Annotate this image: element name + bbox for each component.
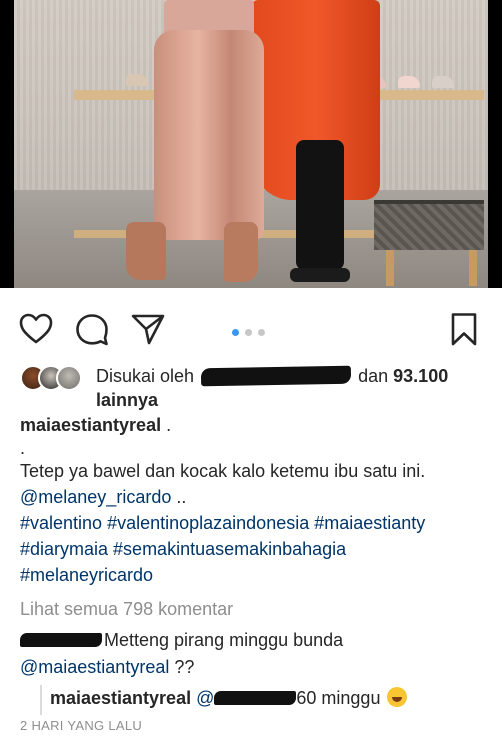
liker-avatars[interactable] <box>20 365 90 391</box>
photo-person-pink-pants <box>154 30 264 240</box>
photo-shoe <box>126 74 148 86</box>
heart-icon-graphic <box>19 313 53 344</box>
post-timestamp: 2 HARI YANG LALU <box>20 718 143 733</box>
caption-username[interactable]: maiaestiantyreal <box>20 415 161 435</box>
redacted-username <box>200 365 352 387</box>
comment: Metteng pirang minggu bunda @maiaestiant… <box>20 627 486 681</box>
caption-after-username: . <box>161 415 172 435</box>
redacted-mention[interactable] <box>214 691 297 705</box>
photo-bench-leg <box>386 250 394 286</box>
photo-person-boot <box>126 222 166 280</box>
send-icon-graphic <box>131 314 165 345</box>
caption-mention-link[interactable]: @melaney_ricardo <box>20 487 171 507</box>
caption-mention-suffix: .. <box>171 487 187 507</box>
photo-bench-leg <box>469 250 477 286</box>
photo-person-boot <box>224 222 258 282</box>
reply-mention-prefix[interactable]: @ <box>196 688 214 708</box>
bookmark-icon-graphic <box>451 313 477 346</box>
photo-shoe <box>432 76 454 88</box>
view-all-comments-link[interactable]: Lihat semua 798 komentar <box>20 599 233 620</box>
caption-mention-line: @melaney_ricardo .. <box>20 484 486 510</box>
send-icon[interactable] <box>130 311 166 347</box>
likes-text: Disukai oleh dan 93.100 lainnya <box>96 364 490 412</box>
bookmark-icon[interactable] <box>446 311 482 347</box>
post-action-bar <box>0 305 502 351</box>
likes-and: dan <box>358 366 389 386</box>
likes-prefix: Disukai oleh <box>96 366 195 386</box>
caption-hashtags-2[interactable]: #diarymaia #semakintuasemakinbahagia <box>20 536 486 562</box>
heart-icon[interactable] <box>18 311 54 347</box>
caption-dot-line: . <box>20 438 26 458</box>
caption-first-line: maiaestiantyreal . <box>20 412 486 438</box>
avatar <box>56 365 82 391</box>
photo-person-legs <box>296 140 344 270</box>
caption-text: Tetep ya bawel dan kocak kalo ketemu ibu… <box>20 461 426 481</box>
caption-hashtags-1[interactable]: #valentino #valentinoplazaindonesia #mai… <box>20 510 486 536</box>
photo-person-shoes <box>290 268 350 282</box>
post-caption: maiaestiantyreal . . Tetep ya bawel dan … <box>20 412 486 588</box>
carousel-dot <box>258 329 265 336</box>
reply-text: 60 minggu <box>296 688 381 708</box>
comment-mention-link[interactable]: @maiaestiantyreal <box>20 657 169 677</box>
comment-text: Metteng pirang minggu bunda <box>104 630 344 650</box>
comment-reply: maiaestiantyreal @60 minggu <box>40 685 490 715</box>
photo-shoe <box>398 76 420 88</box>
comment-icon-graphic <box>76 314 108 346</box>
comment-icon[interactable] <box>74 311 110 347</box>
photo-bench <box>374 200 484 250</box>
reply-username[interactable]: maiaestiantyreal <box>50 688 191 708</box>
laughing-emoji-icon <box>387 687 408 707</box>
post-photo[interactable] <box>0 0 502 288</box>
carousel-dot <box>245 329 252 336</box>
carousel-dot-active <box>232 329 239 336</box>
carousel-indicator <box>232 329 272 337</box>
redacted-commenter-username[interactable] <box>20 633 102 647</box>
likes-count[interactable]: 93.100 <box>393 366 448 386</box>
caption-hashtags-3[interactable]: #melaneyricardo <box>20 562 486 588</box>
likes-summary[interactable]: Disukai oleh dan 93.100 lainnya <box>20 362 490 410</box>
post-image[interactable] <box>14 0 488 288</box>
likes-suffix[interactable]: lainnya <box>96 390 158 410</box>
comment-suffix: ?? <box>169 657 195 677</box>
